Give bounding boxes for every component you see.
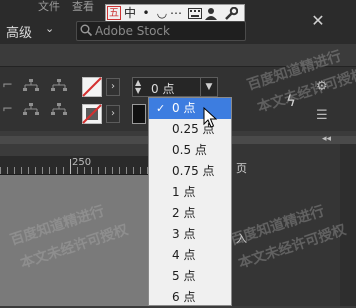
side-panel-label: 页: [236, 162, 247, 175]
stroke-weight-field[interactable]: ▲ ▼ 0 点 ▼: [132, 77, 218, 97]
menu-view[interactable]: 查看: [72, 0, 94, 14]
dropdown-item[interactable]: 2 点: [149, 203, 231, 224]
distribute-space-icon[interactable]: [50, 102, 68, 118]
lightning-icon[interactable]: ϟ: [286, 92, 296, 110]
wrench-icon[interactable]: [224, 7, 238, 20]
close-icon[interactable]: ✕: [306, 10, 330, 32]
fill-swatch-menu-button[interactable]: ›: [106, 78, 120, 96]
dropdown-item[interactable]: 1 点: [149, 182, 231, 203]
dropdown-item-label: 0.5 点: [172, 143, 207, 157]
side-panel-scrollbar[interactable]: [340, 144, 356, 306]
dropdown-item-label: 6 点: [172, 290, 196, 304]
stroke-type-swatch[interactable]: [132, 104, 146, 124]
dropdown-item[interactable]: 3 点: [149, 224, 231, 245]
workspace-switcher-label[interactable]: 高级: [6, 22, 32, 41]
dropdown-item[interactable]: 6 点: [149, 287, 231, 308]
ruler-major-tick: [70, 159, 71, 174]
stroke-weight-dropdown: ✓ 0 点 0.25 点 0.5 点 0.75 点 1 点 2 点 3 点 4 …: [148, 97, 232, 306]
align-bracket-icon[interactable]: ⌐: [2, 78, 13, 93]
dropdown-item-label: 2 点: [172, 206, 196, 220]
ime-mode-icon[interactable]: 五: [107, 6, 121, 20]
check-icon: ✓: [156, 102, 166, 115]
ime-soft-keyboard-dots-icon[interactable]: ⋯: [169, 6, 183, 20]
user-icon[interactable]: [205, 7, 217, 20]
stepper-icon[interactable]: ▲ ▼: [135, 79, 141, 95]
gear-icon[interactable]: ⚙: [316, 79, 328, 94]
dropdown-item-label: 3 点: [172, 227, 196, 241]
dropdown-item[interactable]: 0.75 点: [149, 161, 231, 182]
align-bracket-icon[interactable]: ⌐: [2, 102, 13, 117]
dropdown-item-label: 0 点: [172, 101, 196, 115]
side-panel-label: 入: [236, 232, 247, 245]
stroke-swatch-menu-button[interactable]: ›: [106, 105, 120, 123]
stroke-none-swatch[interactable]: [82, 104, 102, 124]
mouse-cursor-icon: [203, 107, 217, 128]
side-panel: [232, 144, 356, 306]
ime-chinese-icon[interactable]: 中: [123, 6, 137, 20]
dropdown-item-label: 5 点: [172, 269, 196, 283]
ime-half-full-icon[interactable]: ◡: [155, 6, 169, 20]
ime-punctuation-icon[interactable]: •: [139, 6, 153, 20]
search-icon: [80, 24, 93, 37]
dropdown-item[interactable]: 4 点: [149, 245, 231, 266]
stroke-weight-value[interactable]: 0 点: [151, 80, 174, 97]
ime-toolbar: 五 中 • ◡ ⋯: [105, 4, 245, 22]
distribute-center-icon[interactable]: [50, 78, 68, 94]
chevron-down-icon[interactable]: ⌄: [45, 22, 54, 35]
fill-none-swatch[interactable]: [82, 77, 102, 97]
dropdown-item-label: 4 点: [172, 248, 196, 262]
dropdown-item[interactable]: 0.25 点: [149, 119, 231, 140]
dropdown-item-label: 1 点: [172, 185, 196, 199]
dropdown-item[interactable]: 0.5 点: [149, 140, 231, 161]
search-input[interactable]: [95, 22, 240, 40]
panel-menu-icon[interactable]: ☰: [316, 108, 328, 123]
collapse-panels-icon[interactable]: ◂◂: [322, 134, 331, 144]
dropdown-item[interactable]: 5 点: [149, 266, 231, 287]
adobe-stock-search[interactable]: [76, 21, 246, 41]
chevron-down-icon[interactable]: ▼: [200, 78, 217, 96]
menu-bar: 文件 查看: [0, 0, 110, 14]
distribute-bottom-icon[interactable]: [22, 102, 40, 118]
keyboard-icon[interactable]: [188, 8, 202, 19]
menu-file[interactable]: 文件: [38, 0, 60, 14]
dropdown-item-label: 0.75 点: [172, 164, 215, 178]
distribute-top-icon[interactable]: [22, 78, 40, 94]
dropdown-item[interactable]: ✓ 0 点: [149, 98, 231, 119]
ruler-number: 250: [72, 157, 92, 168]
